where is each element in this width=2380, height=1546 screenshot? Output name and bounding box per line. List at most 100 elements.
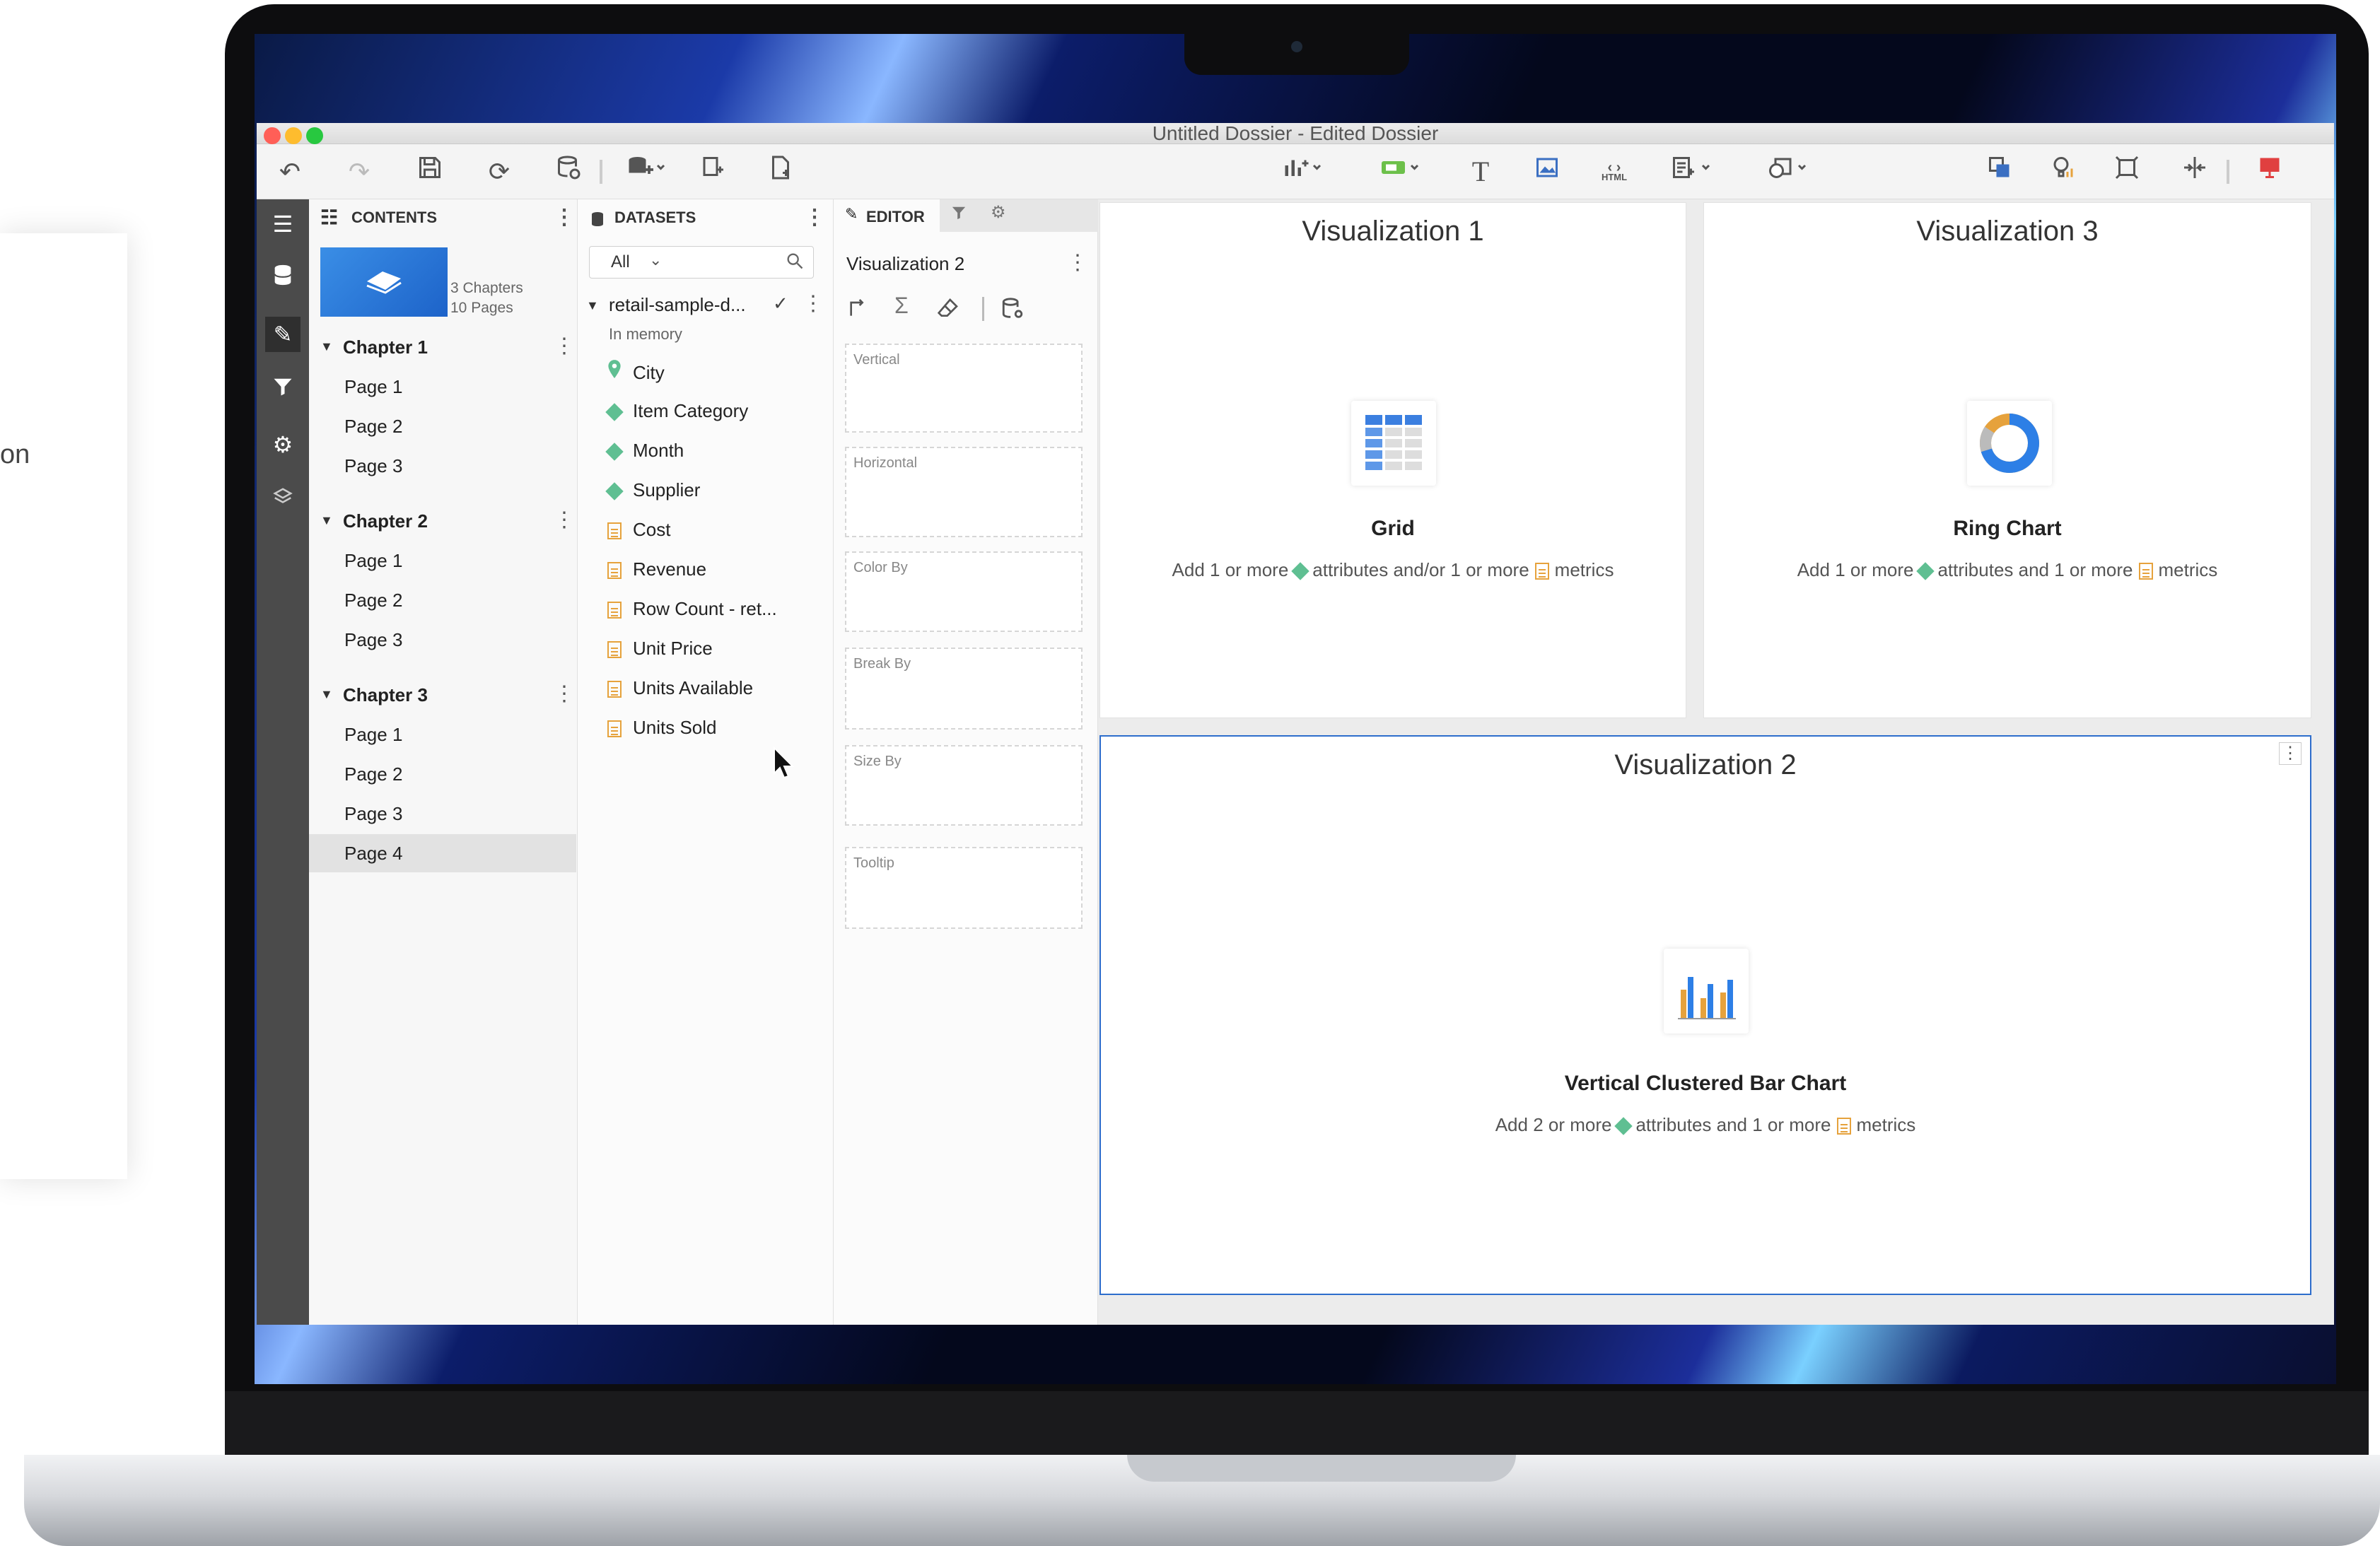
drop-zone-vertical[interactable]: Vertical — [845, 344, 1083, 433]
drop-zone-color-by[interactable]: Color By — [845, 551, 1083, 632]
field-units-sold[interactable]: Units Sold — [606, 715, 717, 739]
field-supplier[interactable]: Supplier — [605, 478, 700, 502]
redo-icon[interactable]: ↷ — [342, 154, 377, 189]
visualization-3-type: Ring Chart — [1953, 517, 2062, 540]
chapter-3-page-4[interactable]: Page 4 — [344, 843, 402, 865]
contents-more-icon[interactable]: ⋮ — [554, 199, 575, 236]
metric-icon — [1534, 563, 1549, 580]
metric-icon — [1836, 1118, 1851, 1135]
visualization-1[interactable]: Visualization 1 Grid Add 1 or more attrib… — [1099, 202, 1686, 718]
dataset-status: In memory — [609, 325, 682, 343]
layers-rail-icon[interactable] — [265, 482, 301, 517]
toolbar-divider — [2227, 160, 2229, 184]
chapter-3-page-2[interactable]: Page 2 — [344, 763, 402, 785]
new-page-icon[interactable] — [763, 154, 798, 189]
chapter-1-collapse-icon[interactable]: ▼ — [320, 339, 333, 354]
drop-zone-tooltip[interactable]: Tooltip — [845, 847, 1083, 929]
field-cost[interactable]: Cost — [606, 517, 670, 541]
dataset-filter-search[interactable]: All ⌄ — [589, 246, 814, 279]
chapter-2-title[interactable]: Chapter 2 — [343, 510, 428, 532]
field-month[interactable]: Month — [605, 438, 684, 462]
chapter-2-collapse-icon[interactable]: ▼ — [320, 513, 333, 528]
field-unit-price[interactable]: Unit Price — [606, 636, 713, 660]
attribute-icon — [1291, 562, 1310, 580]
chapter-3-page-1[interactable]: Page 1 — [344, 724, 402, 746]
insert-filter-icon[interactable] — [1372, 154, 1429, 189]
contents-header: ☷ CONTENTS ⋮ — [309, 199, 577, 236]
field-units-available[interactable]: Units Available — [606, 676, 753, 700]
sum-icon[interactable]: Σ — [894, 293, 909, 319]
chapter-1-more-icon[interactable]: ⋮ — [554, 334, 575, 358]
search-icon[interactable] — [785, 251, 806, 272]
hint-text: attributes and 1 or more — [1937, 559, 2133, 580]
data-icon[interactable] — [551, 154, 586, 189]
swap-axes-icon[interactable] — [846, 297, 872, 322]
insert-visualization-icon[interactable] — [1275, 154, 1331, 189]
dataset-filter-value[interactable]: All — [611, 252, 630, 272]
chapter-3-more-icon[interactable]: ⋮ — [554, 681, 575, 706]
refresh-icon[interactable]: ⟳ — [482, 154, 517, 189]
tab-format[interactable]: ⚙ — [991, 202, 1006, 223]
add-data-icon[interactable] — [619, 154, 675, 189]
insert-html-icon[interactable]: ‹ › HTML — [1594, 154, 1634, 189]
datasets-more-icon[interactable]: ⋮ — [804, 199, 825, 236]
fit-icon[interactable] — [2109, 154, 2145, 189]
undo-icon[interactable]: ↶ — [272, 154, 308, 189]
insert-image-icon[interactable] — [1529, 154, 1565, 189]
dossier-thumbnail[interactable] — [320, 247, 448, 317]
field-unit-price-label: Unit Price — [633, 638, 713, 659]
visualization-2-more-icon[interactable]: ⋮ — [2279, 742, 2302, 765]
dataset-more-icon[interactable]: ⋮ — [803, 291, 824, 316]
chapter-2-page-3[interactable]: Page 3 — [344, 629, 402, 651]
editor-more-icon[interactable]: ⋮ — [1067, 250, 1088, 275]
visualization-2-type: Vertical Clustered Bar Chart — [1564, 1072, 1847, 1095]
chapter-1-title[interactable]: Chapter 1 — [343, 336, 428, 358]
visualization-2-hint: Add 2 or more attributes and 1 or more met… — [1101, 1114, 2310, 1136]
chapter-2-page-1[interactable]: Page 1 — [344, 550, 402, 572]
drop-zone-horizontal[interactable]: Horizontal — [845, 447, 1083, 537]
insert-text-icon[interactable]: T — [1463, 154, 1498, 189]
editor-rail-icon[interactable]: ✎ — [265, 317, 301, 352]
responsive-icon[interactable] — [2177, 154, 2212, 189]
visualization-3[interactable]: Visualization 3 Ring Chart Add 1 or more… — [1703, 202, 2311, 718]
data-settings-icon[interactable] — [1001, 297, 1026, 322]
chapter-1-page-1[interactable]: Page 1 — [344, 376, 402, 398]
hint-text: metrics — [2158, 559, 2218, 580]
arrange-icon[interactable] — [1982, 154, 2017, 189]
chapter-3-title[interactable]: Chapter 3 — [343, 684, 428, 706]
insights-icon[interactable] — [2046, 154, 2081, 189]
visualization-2[interactable]: Visualization 2 ⋮ Vertical Clustered Bar… — [1099, 735, 2311, 1295]
chevron-down-icon[interactable]: ⌄ — [649, 251, 662, 269]
field-month-label: Month — [633, 440, 684, 461]
datasets-rail-icon[interactable] — [265, 262, 301, 297]
contents-rail-icon[interactable]: ☰ — [265, 206, 301, 242]
insert-panel-icon[interactable] — [1664, 154, 1720, 189]
chapter-1-page-2[interactable]: Page 2 — [344, 416, 402, 438]
drop-zone-break-by[interactable]: Break By — [845, 648, 1083, 730]
field-row-count[interactable]: Row Count - ret... — [606, 597, 777, 621]
chapter-3-page-3[interactable]: Page 3 — [344, 803, 402, 825]
hint-text: attributes and 1 or more — [1635, 1114, 1831, 1135]
filter-rail-icon[interactable] — [265, 372, 301, 407]
tab-editor[interactable]: ✎ EDITOR — [834, 199, 940, 232]
save-icon[interactable] — [412, 154, 448, 189]
tab-filter[interactable] — [951, 205, 972, 226]
eraser-icon[interactable] — [937, 297, 962, 322]
present-icon[interactable] — [2252, 154, 2287, 189]
laptop-notch — [1184, 31, 1409, 75]
drop-zone-size-by[interactable]: Size By — [845, 745, 1083, 826]
field-revenue[interactable]: Revenue — [606, 557, 706, 581]
attribute-icon — [605, 399, 624, 423]
chapter-3-collapse-icon[interactable]: ▼ — [320, 687, 333, 702]
chapter-2-page-2[interactable]: Page 2 — [344, 590, 402, 611]
insert-shape-icon[interactable] — [1760, 154, 1816, 189]
format-rail-icon[interactable]: ⚙ — [265, 427, 301, 462]
dataset-collapse-icon[interactable]: ▼ — [586, 298, 599, 313]
duplicate-page-icon[interactable] — [695, 154, 730, 189]
dataset-name[interactable]: retail-sample-d... — [609, 294, 746, 316]
field-city[interactable]: City — [606, 359, 665, 383]
field-item-category[interactable]: Item Category — [605, 399, 748, 423]
chapter-2-more-icon[interactable]: ⋮ — [554, 508, 575, 532]
app-window: Untitled Dossier - Edited Dossier ↶ ↷ ⟳ … — [257, 123, 2334, 1325]
chapter-1-page-3[interactable]: Page 3 — [344, 455, 402, 477]
